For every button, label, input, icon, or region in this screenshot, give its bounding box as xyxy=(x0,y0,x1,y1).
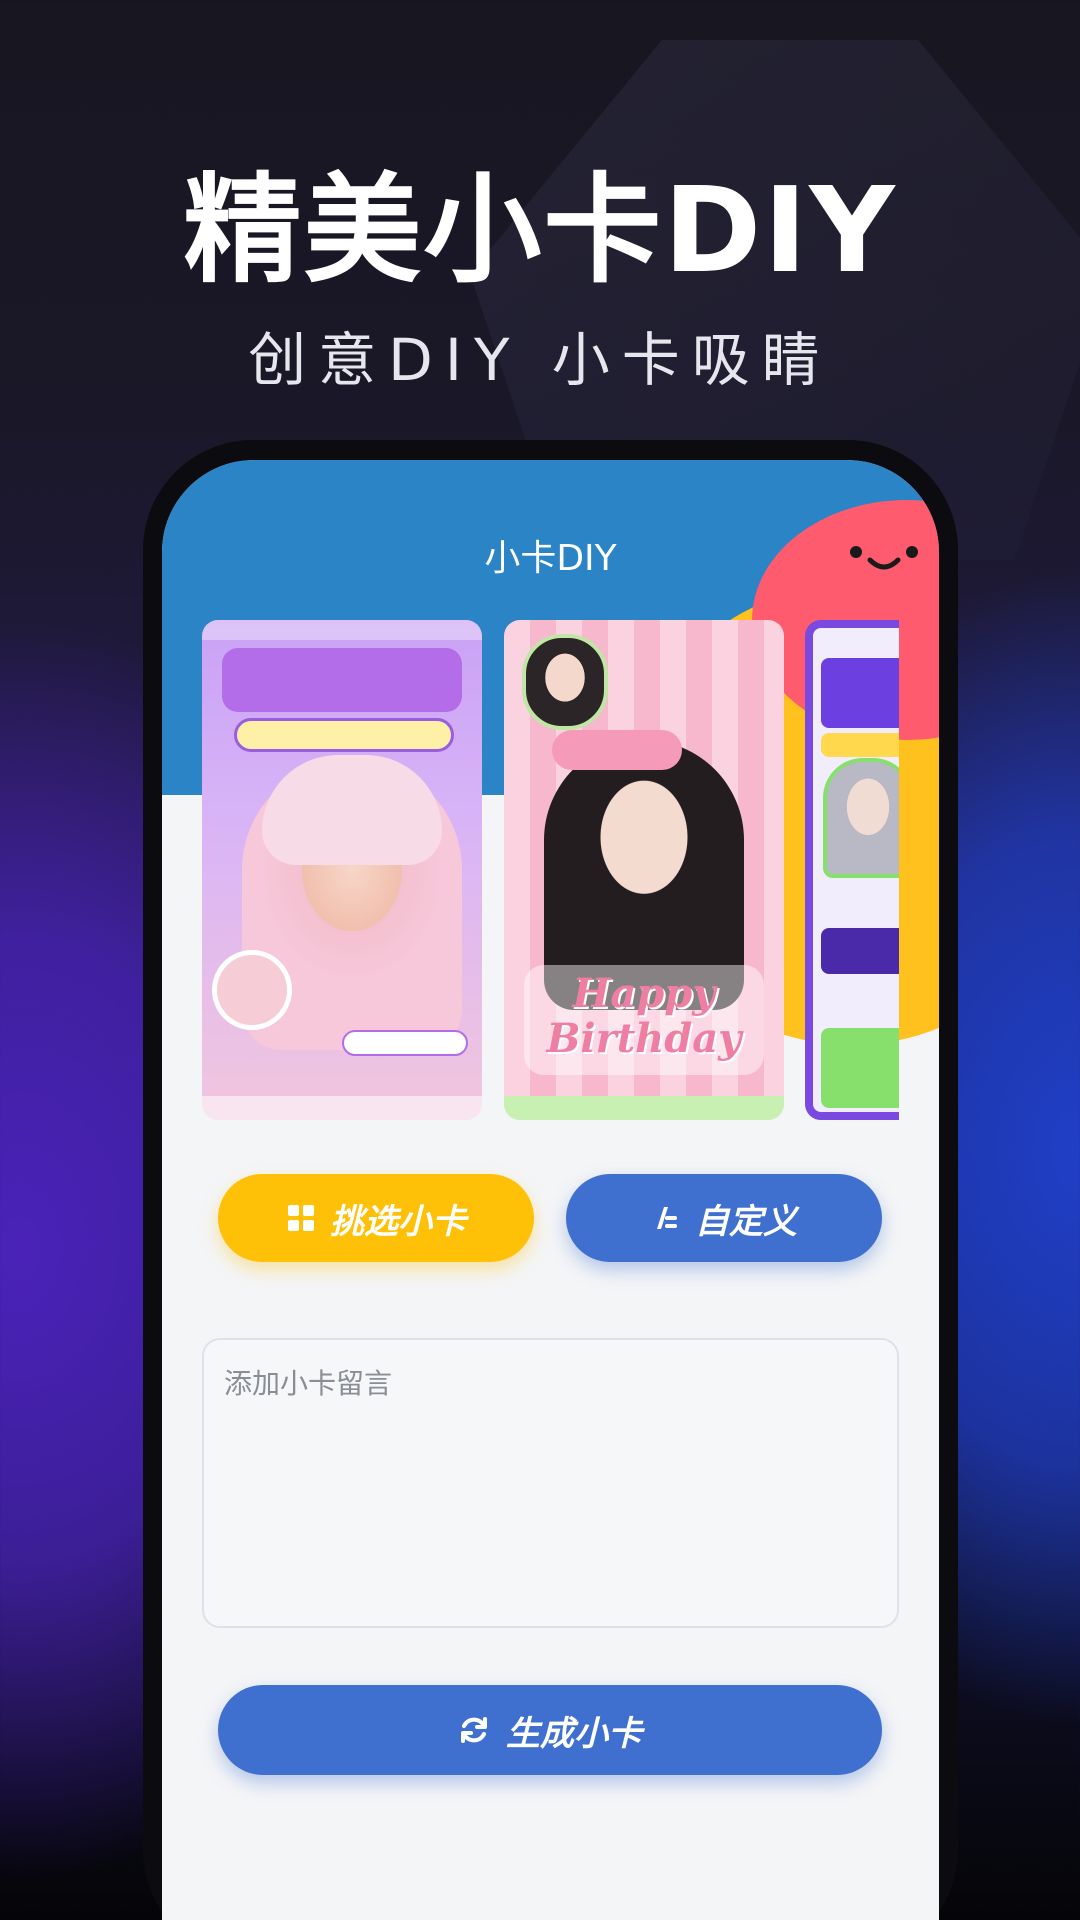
grid-icon xyxy=(288,1205,314,1231)
card-title-block xyxy=(821,658,899,728)
card-carousel[interactable]: Happy Birthday xyxy=(202,620,899,1120)
card-small-portrait xyxy=(522,634,608,730)
card-headline-graphic xyxy=(222,648,462,712)
refresh-icon xyxy=(461,1717,487,1743)
card-bow-decoration xyxy=(552,730,682,770)
card-message-input[interactable] xyxy=(202,1338,899,1628)
card-text-line: Happy xyxy=(572,970,716,1017)
promo-headline: 精美小卡DIY xyxy=(183,161,897,299)
card-bottom-bar xyxy=(504,1096,784,1120)
generate-card-button[interactable]: 生成小卡 xyxy=(218,1685,882,1775)
card-caption-tag xyxy=(342,1030,468,1056)
card-subtitle-band xyxy=(234,718,454,752)
custom-button-label: 自定义 xyxy=(695,1201,797,1242)
card-portrait-image xyxy=(823,758,899,878)
pick-card-button[interactable]: 挑选小卡 xyxy=(218,1174,534,1262)
card-heart-photo xyxy=(212,950,292,1030)
card-top-bar xyxy=(202,620,482,640)
custom-button[interactable]: 自定义 xyxy=(566,1174,882,1262)
card-accent-block xyxy=(821,733,899,757)
card-bottom-bar xyxy=(202,1096,482,1120)
screen-title: 小卡DIY xyxy=(484,538,617,579)
edit-icon xyxy=(657,1207,677,1229)
card-happy-birthday[interactable]: Happy Birthday xyxy=(504,620,784,1120)
app-screen: 小卡DIY Happy Birthday 挑选小卡 自定义 添加小卡留言 生成小… xyxy=(162,460,939,1920)
card-text-line: Birthday xyxy=(546,1015,742,1062)
card-partial[interactable] xyxy=(805,620,899,1120)
card-wotuide[interactable] xyxy=(202,620,482,1120)
card-portrait-hair xyxy=(262,755,442,865)
promo-subline: 创意DIY 小卡吸睛 xyxy=(248,326,832,394)
generate-card-button-label: 生成小卡 xyxy=(506,1713,642,1754)
pick-card-button-label: 挑选小卡 xyxy=(330,1201,466,1242)
card-bottom-block xyxy=(821,1028,899,1108)
card-label-block xyxy=(821,928,899,974)
